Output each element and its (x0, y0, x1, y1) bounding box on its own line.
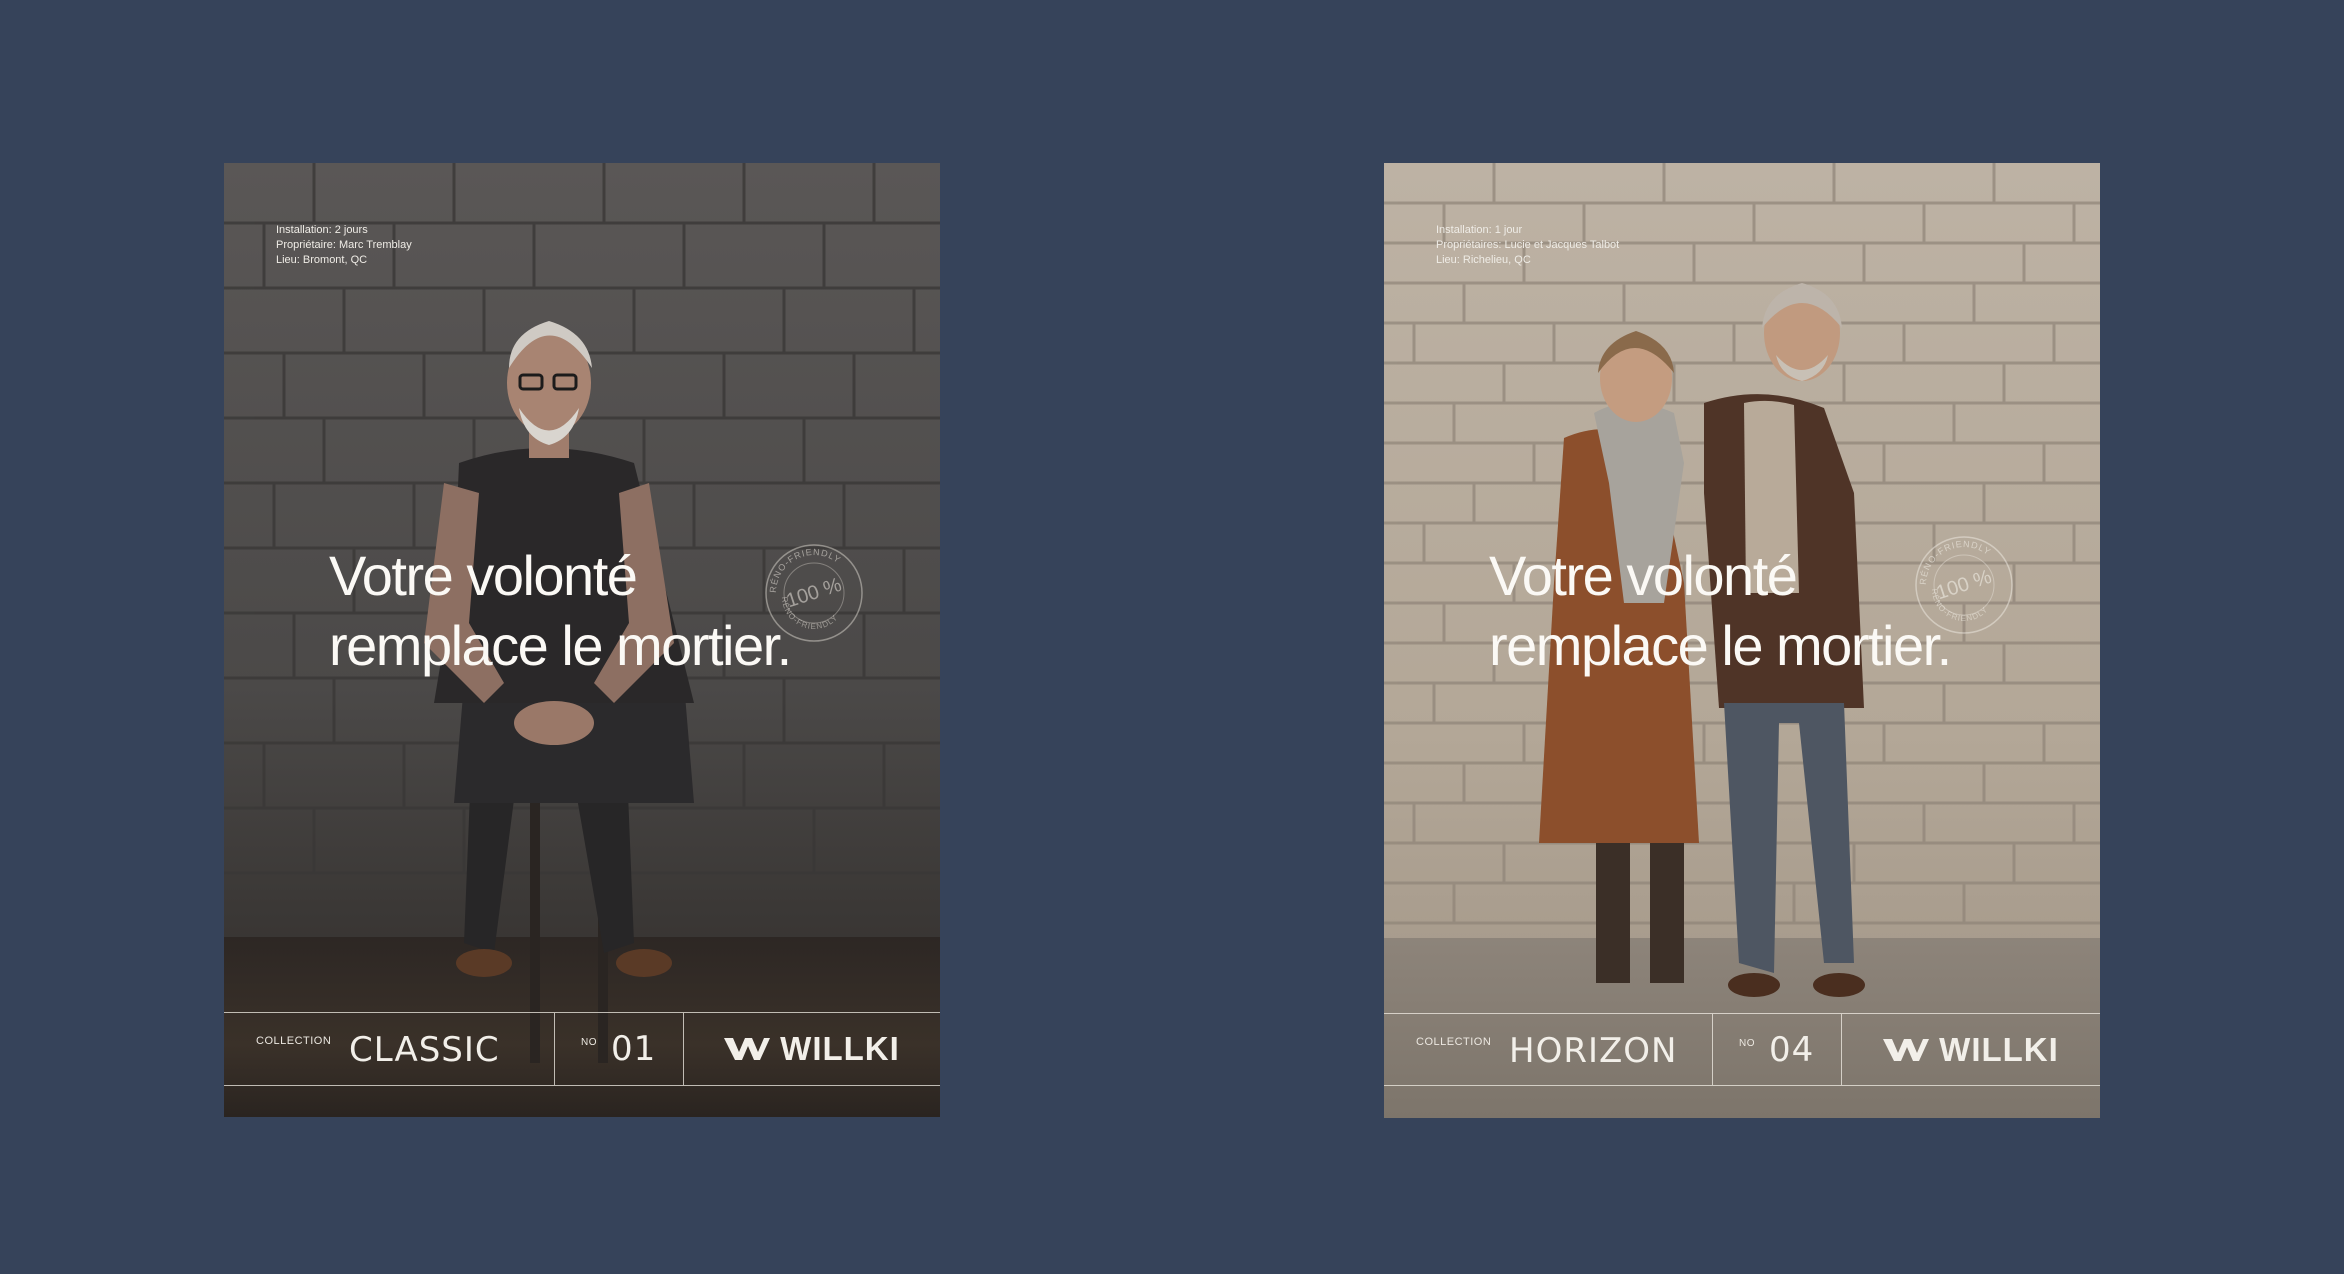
collection-cell: COLLECTION HORIZON (1384, 1014, 1712, 1085)
number-cell: NO 04 (1712, 1014, 1842, 1085)
collection-bar: COLLECTION HORIZON NO 04 WILLKI (1384, 1013, 2100, 1086)
reno-friendly-stamp-icon: RÉNO-FRIENDLY 100 % RÉNO-FRIENDLY (1915, 536, 2013, 634)
location-text: Lieu: Richelieu, QC (1436, 254, 1531, 266)
headline: Votre volonté remplace le mortier. (1489, 541, 1952, 681)
owners-text: Propriétaires: Lucie et Jacques Talbot (1436, 239, 1620, 251)
number-value: 04 (1769, 1030, 1815, 1070)
collection-name: HORIZON (1509, 1031, 1678, 1071)
collection-label: COLLECTION (1416, 1036, 1492, 1048)
reno-friendly-stamp-icon: RÉNO-FRIENDLY 100 % RÉNO-FRIENDLY (765, 544, 863, 642)
installation-text: Installation: 2 jours (276, 224, 368, 236)
number-label: NO (1739, 1038, 1755, 1049)
brand-cell: WILLKI (1842, 1014, 2100, 1085)
headline-line-1: Votre volonté (329, 544, 638, 607)
brand-name: WILLKI (1939, 1030, 2059, 1068)
brand-cell: WILLKI (684, 1013, 940, 1085)
stamp-center-text: 100 % (1934, 566, 1995, 605)
brand-name: WILLKI (780, 1030, 900, 1067)
stamp-center-text: 100 % (784, 574, 845, 613)
project-info: Installation: 2 jours Propriétaire: Marc… (276, 223, 412, 268)
number-value: 01 (611, 1029, 657, 1069)
installation-text: Installation: 1 jour (1436, 224, 1523, 236)
owner-text: Propriétaire: Marc Tremblay (276, 239, 412, 251)
poster-classic: Installation: 2 jours Propriétaire: Marc… (224, 163, 940, 1117)
number-label: NO (581, 1037, 597, 1048)
poster-horizon: Installation: 1 jour Propriétaires: Luci… (1384, 163, 2100, 1118)
headline-line-2: remplace le mortier. (329, 614, 792, 677)
collection-label: COLLECTION (256, 1035, 332, 1047)
location-text: Lieu: Bromont, QC (276, 254, 368, 266)
headline: Votre volonté remplace le mortier. (329, 541, 792, 681)
collection-cell: COLLECTION CLASSIC (224, 1013, 554, 1085)
number-cell: NO 01 (554, 1013, 684, 1085)
collection-name: CLASSIC (349, 1030, 500, 1070)
willki-logo-icon (1883, 1038, 1930, 1061)
headline-line-1: Votre volonté (1489, 544, 1798, 607)
headline-line-2: remplace le mortier. (1489, 614, 1952, 677)
project-info: Installation: 1 jour Propriétaires: Luci… (1436, 223, 1619, 268)
collection-bar: COLLECTION CLASSIC NO 01 WILLKI (224, 1012, 940, 1086)
willki-logo-icon (724, 1038, 771, 1060)
